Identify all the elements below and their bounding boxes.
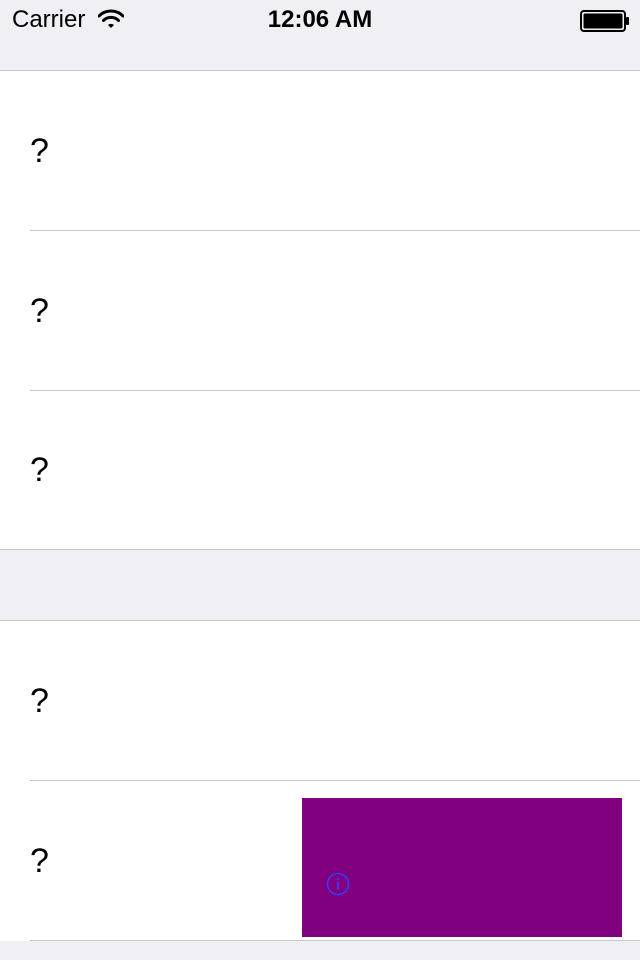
table-row[interactable]: ? [0,231,640,391]
row-label: ? [30,132,49,170]
row-label: ? [30,842,49,880]
battery-icon [580,10,629,32]
ad-banner[interactable] [302,798,622,937]
section-bottom-border [0,549,640,550]
table-row[interactable]: ? [0,71,640,231]
table-row[interactable]: ? [0,621,640,781]
status-bar: Carrier 12:06 AM [0,0,640,40]
status-time: 12:06 AM [267,6,373,33]
row-label: ? [30,292,49,330]
table-section-1: ? ? ? [0,71,640,549]
row-separator [30,940,640,941]
row-label: ? [30,682,49,720]
row-label: ? [30,451,49,489]
info-icon[interactable] [326,872,350,896]
table-row[interactable]: ? [0,391,640,549]
